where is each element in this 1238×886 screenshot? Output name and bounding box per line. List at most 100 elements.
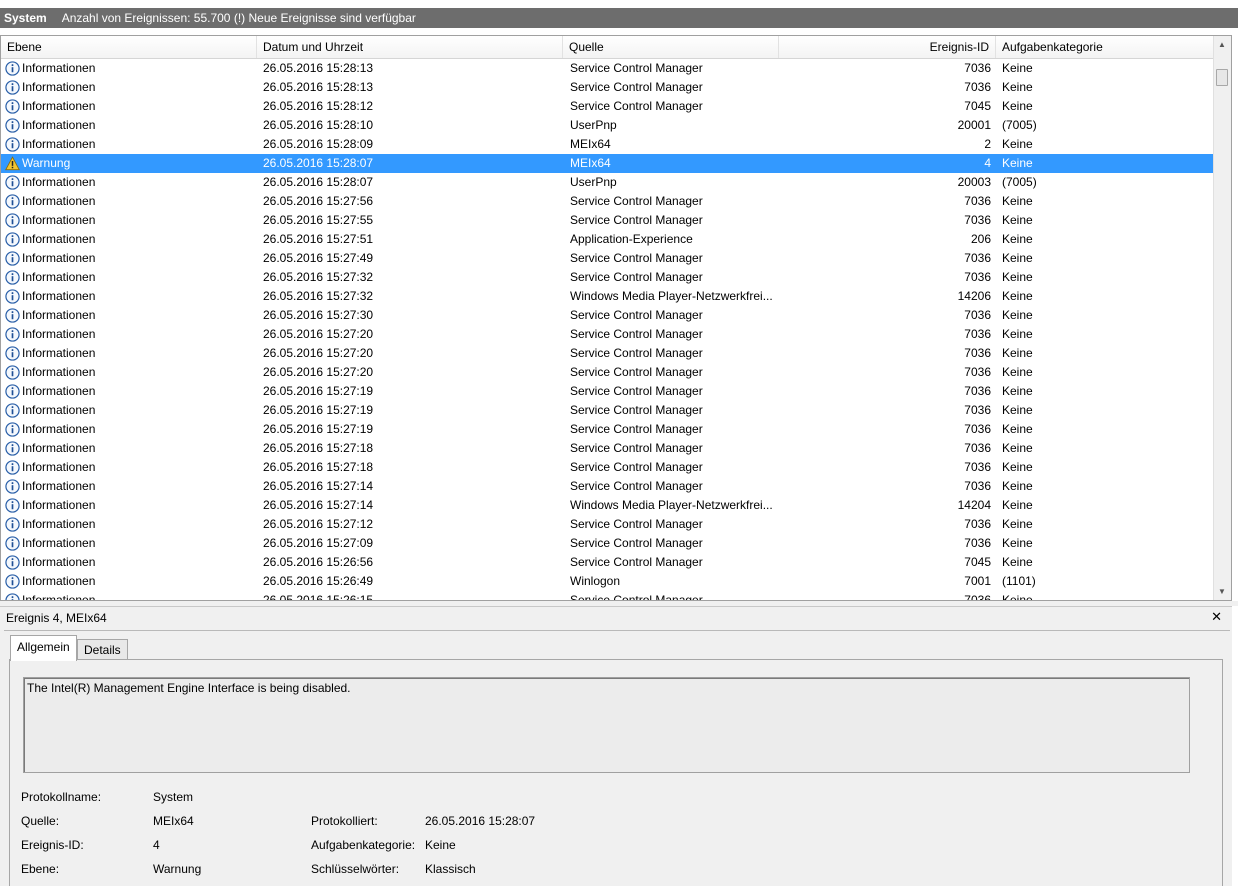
row-event-id: 7036 [964,460,991,474]
row-date: 26.05.2016 15:27:19 [263,403,374,417]
logged-value: 26.05.2016 15:28:07 [425,814,536,828]
row-event-id: 7036 [964,308,991,322]
row-source: Service Control Manager [570,194,703,208]
table-row[interactable]: Warnung 26.05.2016 15:28:07 MEIx64 4 Keine [1,154,1215,173]
table-row[interactable]: Informationen 26.05.2016 15:28:09 MEIx64 2 K… [1,135,1215,154]
table-row[interactable]: Informationen 26.05.2016 15:28:12 Service … [1,97,1215,116]
row-level: Informationen [22,479,96,493]
scroll-up-arrow-icon[interactable]: ▲ [1214,36,1230,53]
table-row[interactable]: Informationen 26.05.2016 15:26:56 Service … [1,553,1215,572]
table-row[interactable]: Informationen 26.05.2016 15:27:18 Service … [1,458,1215,477]
row-level-cell: Informationen [5,515,255,534]
row-level-cell: Informationen [5,363,255,382]
row-event-id: 7036 [964,422,991,436]
table-row[interactable]: Informationen 26.05.2016 15:27:32 Windows … [1,287,1215,306]
scroll-down-arrow-icon[interactable]: ▼ [1214,583,1230,600]
row-task-category: Keine [1002,403,1033,417]
log-title: System [4,11,47,25]
row-level-cell: Informationen [5,287,255,306]
column-header-event-id[interactable]: Ereignis-ID [779,36,996,58]
table-row[interactable]: Informationen 26.05.2016 15:26:15 Service … [1,591,1215,600]
table-row[interactable]: Informationen 26.05.2016 15:26:49 Winlogon… [1,572,1215,591]
table-row[interactable]: Informationen 26.05.2016 15:27:19 Service … [1,401,1215,420]
row-task-category: Keine [1002,61,1033,75]
row-event-id: 7036 [964,346,991,360]
table-row[interactable]: Informationen 26.05.2016 15:27:19 Service … [1,382,1215,401]
table-row[interactable]: Informationen 26.05.2016 15:27:30 Service … [1,306,1215,325]
source-label: Quelle: [21,814,60,828]
table-row[interactable]: Informationen 26.05.2016 15:27:12 Service … [1,515,1215,534]
table-row[interactable]: Informationen 26.05.2016 15:27:18 Service … [1,439,1215,458]
tab-general[interactable]: Allgemein [10,635,77,661]
table-row[interactable]: Informationen 26.05.2016 15:27:51 Applicat… [1,230,1215,249]
row-task-category: Keine [1002,346,1033,360]
event-message[interactable]: The Intel(R) Management Engine Interface… [23,677,1190,773]
column-header-level[interactable]: Ebene [1,36,257,58]
table-row[interactable]: Informationen 26.05.2016 15:27:14 Service … [1,477,1215,496]
info-icon [5,460,20,475]
row-task-category: Keine [1002,80,1033,94]
table-row[interactable]: Informationen 26.05.2016 15:27:09 Service … [1,534,1215,553]
row-level: Warnung [22,156,71,170]
row-level-cell: Informationen [5,192,255,211]
row-level-cell: Informationen [5,135,255,154]
table-row[interactable]: Informationen 26.05.2016 15:27:55 Service … [1,211,1215,230]
row-event-id: 20003 [957,175,991,189]
scroll-thumb[interactable] [1216,69,1228,86]
row-level: Informationen [22,555,96,569]
table-row[interactable]: Informationen 26.05.2016 15:28:13 Service … [1,59,1215,78]
row-level: Informationen [22,422,96,436]
row-task-category: Keine [1002,460,1033,474]
row-level-cell: Warnung [5,154,255,173]
row-date: 26.05.2016 15:27:32 [263,289,374,303]
column-header-date[interactable]: Datum und Uhrzeit [257,36,563,58]
table-row[interactable]: Informationen 26.05.2016 15:27:20 Service … [1,363,1215,382]
row-level: Informationen [22,384,96,398]
table-row[interactable]: Informationen 26.05.2016 15:27:20 Service … [1,344,1215,363]
vertical-scrollbar[interactable]: ▲ ▼ [1213,36,1231,600]
table-row[interactable]: Informationen 26.05.2016 15:28:07 UserPnp 2… [1,173,1215,192]
row-level: Informationen [22,194,96,208]
row-level-cell: Informationen [5,382,255,401]
row-level: Informationen [22,99,96,113]
table-row[interactable]: Informationen 26.05.2016 15:27:49 Service … [1,249,1215,268]
row-date: 26.05.2016 15:27:51 [263,232,374,246]
row-task-category: Keine [1002,536,1033,550]
close-icon[interactable]: ✕ [1211,609,1222,625]
row-task-category: (7005) [1002,118,1037,132]
column-header-source[interactable]: Quelle [563,36,779,58]
table-row[interactable]: Informationen 26.05.2016 15:27:19 Service … [1,420,1215,439]
row-source: Application-Experience [570,232,693,246]
table-row[interactable]: Informationen 26.05.2016 15:28:10 UserPnp 2… [1,116,1215,135]
row-level: Informationen [22,213,96,227]
row-level-cell: Informationen [5,534,255,553]
table-row[interactable]: Informationen 26.05.2016 15:27:56 Service … [1,192,1215,211]
row-level-cell: Informationen [5,59,255,78]
table-row[interactable]: Informationen 26.05.2016 15:27:32 Service … [1,268,1215,287]
row-level-cell: Informationen [5,249,255,268]
tab-details[interactable]: Details [77,639,128,660]
info-icon [5,175,20,190]
row-date: 26.05.2016 15:28:12 [263,99,374,113]
table-row[interactable]: Informationen 26.05.2016 15:27:20 Service … [1,325,1215,344]
row-event-id: 7036 [964,384,991,398]
row-level: Informationen [22,403,96,417]
column-header-row: Ebene Datum und Uhrzeit Quelle Ereignis-… [1,36,1215,59]
row-event-id: 4 [984,156,991,170]
row-level-cell: Informationen [5,230,255,249]
row-source: UserPnp [570,118,617,132]
table-row[interactable]: Informationen 26.05.2016 15:27:14 Windows … [1,496,1215,515]
row-level: Informationen [22,460,96,474]
tab-panel-general: The Intel(R) Management Engine Interface… [9,659,1223,886]
table-row[interactable]: Informationen 26.05.2016 15:28:13 Service … [1,78,1215,97]
info-icon [5,80,20,95]
logged-label: Protokolliert: [311,814,378,828]
row-level-cell: Informationen [5,344,255,363]
row-level-cell: Informationen [5,572,255,591]
detail-title: Ereignis 4, MEIx64 [6,611,107,625]
row-event-id: 7036 [964,536,991,550]
row-date: 26.05.2016 15:27:19 [263,422,374,436]
row-source: Service Control Manager [570,403,703,417]
column-header-task-category[interactable]: Aufgabenkategorie [996,36,1215,58]
row-date: 26.05.2016 15:27:32 [263,270,374,284]
